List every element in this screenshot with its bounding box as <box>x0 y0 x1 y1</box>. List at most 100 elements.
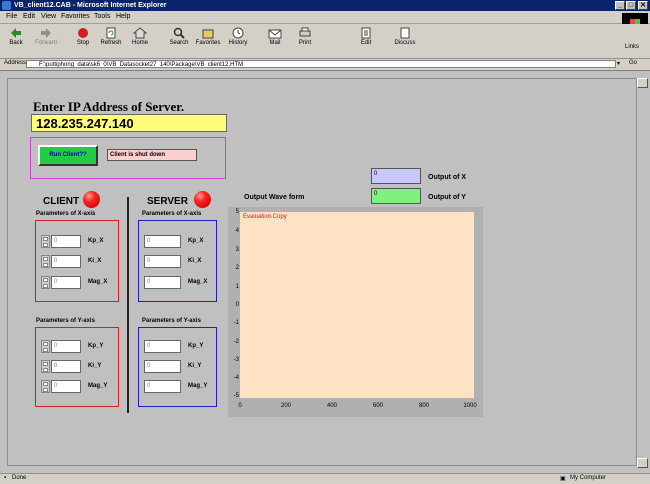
x-tick-label: 1000 <box>463 403 477 409</box>
x-tick-label: 600 <box>372 403 383 409</box>
y-tick-label: -4 <box>233 375 239 381</box>
server-kp-y-input[interactable]: 0 <box>144 340 181 353</box>
y-tick-label: 5 <box>235 209 239 215</box>
forward-arrow-icon <box>41 28 51 38</box>
client-mag-x-input[interactable]: 0 <box>51 276 81 289</box>
client-kp-y-input[interactable]: 0 <box>51 340 81 353</box>
client-x-params-group: 0 Kp_X 0 Ki_X 0 Mag_X <box>35 220 119 302</box>
x-tick-label: 200 <box>280 403 291 409</box>
server-kp-x-input[interactable]: 0 <box>144 235 181 248</box>
menu-help[interactable]: Help <box>116 13 130 20</box>
address-input[interactable]: F:\puttiphong_data\sk6_0\VB_Datasocket27… <box>26 60 616 68</box>
client-status-field: Client is shut down <box>107 149 197 161</box>
server-mag-x-row: 0 Mag_X <box>139 276 216 289</box>
refresh-icon <box>106 27 116 39</box>
client-mag-x-spinner[interactable] <box>41 276 50 289</box>
client-mag-y-spinner[interactable] <box>41 380 50 393</box>
client-kp-x-spinner[interactable] <box>41 235 50 248</box>
go-button[interactable]: Go <box>629 60 637 66</box>
run-client-button[interactable]: Run Client?? <box>38 145 98 166</box>
ie-logo-icon <box>2 1 11 10</box>
y-tick-label: 3 <box>235 247 239 253</box>
output-y-field: 0 <box>371 188 421 204</box>
wave-title: Output Wave form <box>244 194 305 201</box>
client-mag-y-label: Mag_Y <box>88 383 108 389</box>
menu-favorites[interactable]: Favorites <box>61 13 90 20</box>
server-ki-x-row: 0 Ki_X <box>139 255 216 268</box>
y-tick-label: -2 <box>233 339 239 345</box>
close-button[interactable]: ✕ <box>638 1 648 10</box>
client-x-params-label: Parameters of X-axis <box>36 211 96 217</box>
client-kp-y-spinner[interactable] <box>41 340 50 353</box>
back-button[interactable]: Back <box>3 26 29 56</box>
client-kp-x-row: 0 Kp_X <box>36 235 118 248</box>
back-arrow-icon <box>11 28 21 38</box>
print-button[interactable]: Print <box>292 26 318 56</box>
mail-icon <box>268 29 282 39</box>
menu-bar: File Edit View Favorites Tools Help <box>0 11 650 24</box>
links-label[interactable]: Links <box>625 44 639 50</box>
address-label: Address <box>4 60 27 66</box>
output-y-label: Output of Y <box>428 194 466 201</box>
server-kp-x-row: 0 Kp_X <box>139 235 216 248</box>
server-ki-y-row: 0 Ki_Y <box>139 360 216 373</box>
output-x-label: Output of X <box>428 174 467 181</box>
server-mag-x-input[interactable]: 0 <box>144 276 181 289</box>
waveform-plot-area <box>240 212 474 398</box>
client-kp-x-input[interactable]: 0 <box>51 235 81 248</box>
menu-edit[interactable]: Edit <box>23 13 35 20</box>
scroll-down-arrow-icon[interactable] <box>637 458 648 468</box>
client-mag-y-input[interactable]: 0 <box>51 380 81 393</box>
forward-button[interactable]: Forward <box>33 26 59 56</box>
menu-file[interactable]: File <box>6 13 17 20</box>
x-tick-label: 800 <box>418 403 429 409</box>
server-mag-y-input[interactable]: 0 <box>144 380 181 393</box>
search-icon <box>173 27 185 39</box>
address-dropdown-icon[interactable]: ▾ <box>617 60 620 67</box>
client-ki-y-input[interactable]: 0 <box>51 360 81 373</box>
refresh-button[interactable]: Refresh <box>98 26 124 56</box>
client-header: CLIENT <box>43 196 80 207</box>
server-mag-x-label: Mag_X <box>188 279 208 285</box>
scroll-up-arrow-icon[interactable] <box>637 78 648 88</box>
client-ki-x-input[interactable]: 0 <box>51 255 81 268</box>
address-bar: Address F:\puttiphong_data\sk6_0\VB_Data… <box>0 59 650 71</box>
server-x-params-label: Parameters of X-axis <box>142 211 202 217</box>
favorites-button[interactable]: Favorites <box>195 26 221 56</box>
client-ki-x-spinner[interactable] <box>41 255 50 268</box>
home-button[interactable]: Home <box>127 26 153 56</box>
minimize-button[interactable]: _ <box>615 1 625 10</box>
maximize-button[interactable]: □ <box>626 1 636 10</box>
server-kp-y-row: 0 Kp_Y <box>139 340 216 353</box>
server-x-params-group: 0 Kp_X 0 Ki_X 0 Mag_X <box>138 220 217 302</box>
vertical-scrollbar[interactable] <box>637 78 648 468</box>
search-button[interactable]: Search <box>166 26 192 56</box>
client-server-divider <box>127 197 129 413</box>
client-mag-x-label: Mag_X <box>88 279 108 285</box>
window-title-bar[interactable]: VB_client12.CAB - Microsoft Internet Exp… <box>0 0 650 11</box>
stop-icon <box>78 28 88 38</box>
window-title: VB_client12.CAB - Microsoft Internet Exp… <box>14 2 167 9</box>
favorites-folder-icon <box>202 29 214 39</box>
ip-address-input[interactable]: 128.235.247.140 <box>31 114 227 132</box>
output-x-field: 0 <box>371 168 421 184</box>
server-ki-y-input[interactable]: 0 <box>144 360 181 373</box>
stop-button[interactable]: Stop <box>70 26 96 56</box>
client-ki-y-spinner[interactable] <box>41 360 50 373</box>
discuss-button[interactable]: Discuss <box>392 26 418 56</box>
printer-icon <box>299 27 311 37</box>
edit-button[interactable]: Edit <box>353 26 379 56</box>
status-text: Done <box>12 475 27 481</box>
mail-button[interactable]: Mail <box>262 26 288 56</box>
y-tick-label: -1 <box>233 320 239 326</box>
menu-view[interactable]: View <box>41 13 56 20</box>
ip-title: Enter IP Address of Server. <box>33 99 185 114</box>
history-button[interactable]: History <box>225 26 251 56</box>
y-tick-label: 0 <box>235 302 239 308</box>
client-ki-x-row: 0 Ki_X <box>36 255 118 268</box>
server-mag-y-row: 0 Mag_Y <box>139 380 216 393</box>
server-ki-y-label: Ki_Y <box>188 363 202 369</box>
client-mag-x-row: 0 Mag_X <box>36 276 118 289</box>
server-ki-x-input[interactable]: 0 <box>144 255 181 268</box>
menu-tools[interactable]: Tools <box>94 13 110 20</box>
